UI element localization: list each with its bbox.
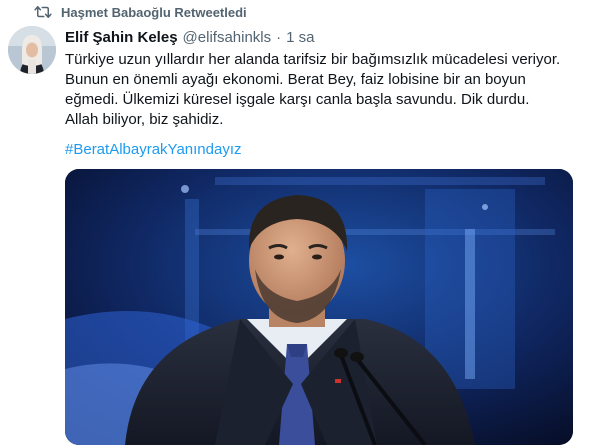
- header-separator: ·: [276, 28, 282, 46]
- author-handle[interactable]: @elifsahinkls: [183, 29, 272, 46]
- retweet-label: Haşmet Babaoğlu Retweetledi: [61, 4, 247, 20]
- tweet-media-photo[interactable]: [65, 169, 573, 445]
- tweet-text: Türkiye uzun yıllardır her alanda tarifs…: [65, 51, 561, 128]
- avatar[interactable]: [8, 26, 56, 74]
- tweet-timestamp[interactable]: 1 sa: [286, 29, 314, 46]
- retweet-context[interactable]: Haşmet Babaoğlu Retweetledi: [34, 3, 247, 21]
- tweet-header: Elif Şahin Keleş @elifsahinkls · 1 sa: [65, 27, 315, 47]
- author-name[interactable]: Elif Şahin Keleş: [65, 29, 178, 46]
- retweet-icon: [34, 4, 52, 20]
- hashtag-link[interactable]: #BeratAlbayrakYanındayız: [65, 140, 242, 160]
